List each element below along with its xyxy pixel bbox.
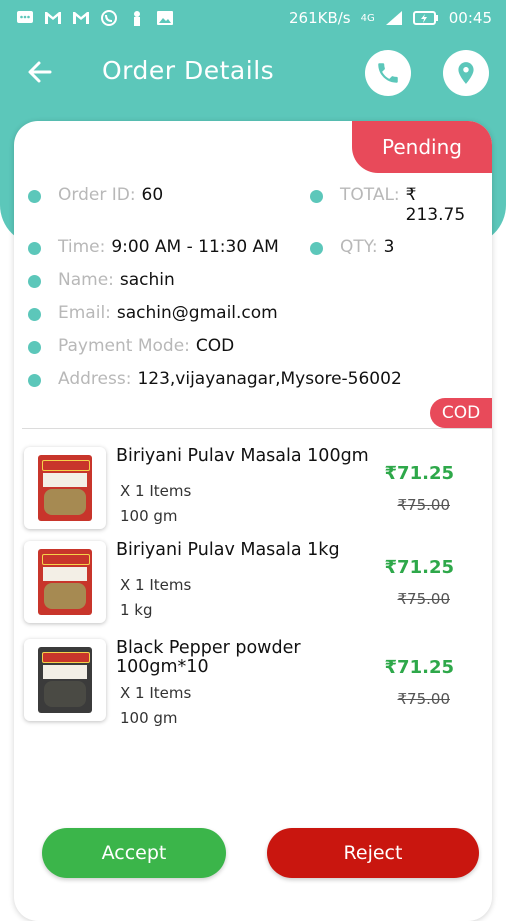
bullet-dot [28,275,41,288]
time-label: Time: [58,237,106,257]
item-price: ₹71.25 [384,463,454,484]
item-name: Black Pepper powder 100gm*10 [116,638,301,677]
back-button[interactable] [24,56,56,88]
item-qty: X 1 Items [120,576,192,594]
order-item: Biriyani Pulav Masala 100gm X 1 Items 10… [24,447,484,533]
total-currency: ₹ [405,185,417,205]
arrow-left-icon [28,61,52,83]
item-qty: X 1 Items [120,482,192,500]
email-value: sachin@gmail.com [116,303,278,323]
network-type: 4G [360,12,375,24]
item-qty: X 1 Items [120,684,192,702]
total-value: ₹ 213.75 [406,185,465,225]
divider [22,428,492,429]
accept-button[interactable]: Accept [42,828,226,878]
item-size: 100 gm [120,507,178,525]
phone-icon [378,63,398,83]
clock: 00:45 [448,9,492,27]
message-icon [17,11,33,23]
payment-row: Payment Mode: COD [28,336,234,356]
name-row: Name: sachin [28,270,175,290]
person-icon [134,11,140,26]
bullet-dot [28,341,41,354]
bullet-dot [28,242,41,255]
qty-label: QTY: [340,237,378,257]
status-bar: 261KB/s 4G 00:45 [0,0,506,36]
item-price: ₹71.25 [384,657,454,678]
order-id-row: Order ID: 60 [28,185,163,205]
item-mrp: ₹75.00 [397,590,451,608]
bullet-dot [310,190,323,203]
whatsapp-icon [101,10,117,26]
bullet-dot [310,242,323,255]
signal-icon [385,11,402,25]
image-icon [157,11,173,25]
order-id-value: 60 [141,185,164,205]
item-name: Biriyani Pulav Masala 100gm [116,446,369,466]
item-mrp: ₹75.00 [397,690,451,708]
order-card: Pending Order ID: 60 TOTAL: ₹ 213.75 Tim… [14,121,492,921]
product-image [24,447,106,529]
total-row: TOTAL: ₹ 213.75 [310,185,465,225]
order-item: Black Pepper powder 100gm*10 X 1 Items 1… [24,638,484,727]
bullet-dot [28,190,41,203]
status-badge: Pending [352,121,492,173]
payment-badge: COD [430,398,492,428]
total-amount: 213.75 [405,205,466,225]
name-label: Name: [58,270,114,290]
page-title: Order Details [102,56,275,85]
location-pin-icon [458,62,474,84]
item-size: 1 kg [120,601,153,619]
gmail-icon [45,12,61,24]
time-row: Time: 9:00 AM - 11:30 AM [28,237,279,257]
payment-value: COD [195,336,235,356]
battery-icon [412,11,438,25]
gmail-icon [73,12,89,24]
item-mrp: ₹75.00 [397,496,451,514]
order-id-label: Order ID: [58,185,136,205]
call-button[interactable] [365,50,411,96]
product-image [24,541,106,623]
address-label: Address: [58,369,132,389]
name-value: sachin [119,270,175,290]
item-price: ₹71.25 [384,557,454,578]
address-value: 123,vijayanagar,Mysore-56002 [137,369,402,389]
location-button[interactable] [443,50,489,96]
bullet-dot [28,374,41,387]
email-label: Email: [58,303,111,323]
address-row: Address: 123,vijayanagar,Mysore-56002 [28,369,402,389]
item-name: Biriyani Pulav Masala 1kg [116,540,340,560]
qty-value: 3 [383,237,395,257]
network-speed: 261KB/s [289,9,351,27]
payment-label: Payment Mode: [58,336,190,356]
qty-row: QTY: 3 [310,237,394,257]
time-value: 9:00 AM - 11:30 AM [111,237,279,257]
app-header: Order Details [0,44,506,104]
bullet-dot [28,308,41,321]
total-label: TOTAL: [340,185,400,205]
reject-button[interactable]: Reject [267,828,479,878]
order-item: Biriyani Pulav Masala 1kg X 1 Items 1 kg… [24,541,484,627]
product-image [24,639,106,721]
item-size: 100 gm [120,709,178,727]
email-row: Email: sachin@gmail.com [28,303,278,323]
